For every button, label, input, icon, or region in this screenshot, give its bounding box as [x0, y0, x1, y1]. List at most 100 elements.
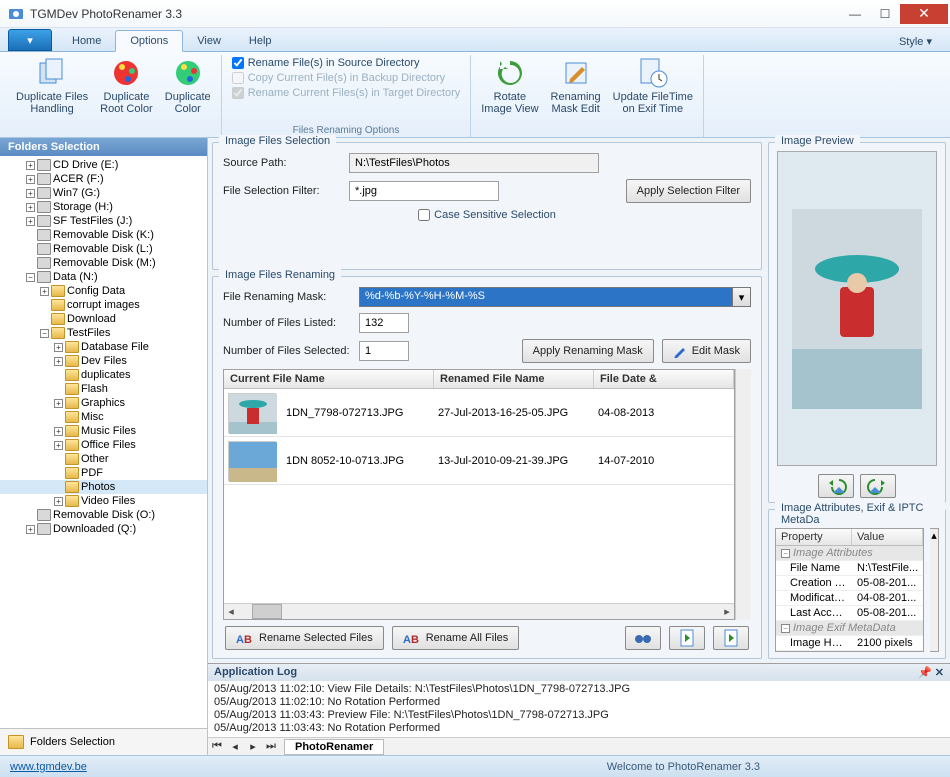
drive-icon — [37, 215, 51, 227]
tree-item[interactable]: Removable Disk (L:) — [0, 242, 207, 256]
copy-backup-checkbox[interactable]: Copy Current File(s) in Backup Directory — [232, 72, 461, 84]
app-menu-button[interactable]: ▾ — [8, 29, 52, 51]
attrs-grid[interactable]: Property Value −Image AttributesFile Nam… — [775, 528, 924, 652]
page-prev-icon — [678, 629, 696, 647]
tree-item[interactable]: +SF TestFiles (J:) — [0, 214, 207, 228]
folder-tree[interactable]: +CD Drive (E:)+ACER (F:)+Win7 (G:)+Stora… — [0, 156, 207, 728]
rename-target-checkbox[interactable]: Rename Current Files(s) in Target Direct… — [232, 87, 461, 99]
update-filetime-button[interactable]: Update FileTime on Exif Time — [609, 55, 697, 117]
rotate-right-button[interactable] — [860, 474, 896, 498]
tree-item[interactable]: +Video Files — [0, 494, 207, 508]
tree-item[interactable]: +Win7 (G:) — [0, 186, 207, 200]
log-nav[interactable]: ⏮◂▸⏭ PhotoRenamer — [208, 737, 950, 755]
minimize-button[interactable]: — — [840, 4, 870, 24]
drive-icon — [37, 173, 51, 185]
search-button[interactable] — [625, 626, 661, 650]
pencil-icon — [560, 57, 592, 89]
tree-item[interactable]: +Storage (H:) — [0, 200, 207, 214]
tab-help[interactable]: Help — [235, 31, 286, 51]
tree-item[interactable]: Photos — [0, 480, 207, 494]
tree-item[interactable]: −Data (N:) — [0, 270, 207, 284]
image-renaming-group: Image Files Renaming File Renaming Mask:… — [212, 276, 762, 659]
tree-item[interactable]: +ACER (F:) — [0, 172, 207, 186]
rotate-left-icon — [825, 477, 847, 495]
window-title: TGMDev PhotoRenamer 3.3 — [30, 7, 840, 21]
website-link[interactable]: www.tgmdev.be — [10, 761, 87, 773]
style-dropdown[interactable]: Style ▾ — [891, 32, 940, 51]
apply-mask-button[interactable]: Apply Renaming Mask — [522, 339, 654, 363]
duplicate-color-button[interactable]: Duplicate Color — [161, 55, 215, 117]
col-date[interactable]: File Date & — [594, 370, 734, 388]
source-path-input[interactable] — [349, 153, 599, 173]
tree-item[interactable]: corrupt images — [0, 298, 207, 312]
rotate-view-button[interactable]: Rotate Image View — [477, 55, 542, 117]
file-table[interactable]: Current File Name Renamed File Name File… — [223, 369, 735, 620]
tree-item[interactable]: Removable Disk (K:) — [0, 228, 207, 242]
mask-dropdown[interactable]: %d-%b-%Y-%H-%M-%S ▾ — [359, 287, 751, 307]
duplicate-root-color-button[interactable]: Duplicate Root Color — [96, 55, 157, 117]
tree-item[interactable]: −TestFiles — [0, 326, 207, 340]
tree-item[interactable]: Removable Disk (M:) — [0, 256, 207, 270]
mask-edit-button[interactable]: Renaming Mask Edit — [547, 55, 605, 117]
rotate-left-button[interactable] — [818, 474, 854, 498]
status-bar: www.tgmdev.be Welcome to PhotoRenamer 3.… — [0, 755, 950, 777]
image-preview-group: Image Preview — [768, 142, 946, 503]
filter-input[interactable] — [349, 181, 499, 201]
tree-item[interactable]: +Downloaded (Q:) — [0, 522, 207, 536]
log-close-icon[interactable]: ✕ — [935, 666, 944, 679]
rename-selected-button[interactable]: AB Rename Selected Files — [225, 626, 384, 650]
duplicate-files-button[interactable]: Duplicate Files Handling — [12, 55, 92, 117]
tab-home[interactable]: Home — [58, 31, 115, 51]
prev-file-button[interactable] — [669, 626, 705, 650]
tree-item[interactable]: Removable Disk (O:) — [0, 508, 207, 522]
tree-item[interactable]: Download — [0, 312, 207, 326]
rename-all-button[interactable]: AB Rename All Files — [392, 626, 520, 650]
tree-item[interactable]: +Office Files — [0, 438, 207, 452]
tree-item[interactable]: +Graphics — [0, 396, 207, 410]
col-current[interactable]: Current File Name — [224, 370, 434, 388]
attr-section[interactable]: −Image Attributes — [776, 546, 923, 561]
tab-options[interactable]: Options — [115, 30, 183, 52]
vertical-scrollbar[interactable] — [735, 369, 751, 620]
vertical-scrollbar[interactable]: ▴ — [930, 528, 939, 652]
log-pin-icon[interactable]: 📌 — [918, 666, 932, 679]
folder-pane: Folders Selection +CD Drive (E:)+ACER (F… — [0, 138, 208, 755]
rename-source-checkbox[interactable]: Rename File(s) in Source Directory — [232, 57, 461, 69]
table-row[interactable]: 1DN_7798-072713.JPG27-Jul-2013-16-25-05.… — [224, 389, 734, 437]
attr-section[interactable]: −Image Exif MetaData — [776, 621, 923, 636]
drive-icon — [37, 201, 51, 213]
folder-pane-footer[interactable]: Folders Selection — [0, 728, 207, 755]
case-sensitive-checkbox[interactable]: Case Sensitive Selection — [418, 209, 556, 221]
svg-text:A: A — [403, 634, 411, 646]
attr-row: Creation Ti...05-08-201... — [776, 576, 923, 591]
col-renamed[interactable]: Renamed File Name — [434, 370, 594, 388]
tree-item[interactable]: PDF — [0, 466, 207, 480]
folder-icon — [65, 425, 79, 437]
filter-label: File Selection Filter: — [223, 185, 341, 197]
tree-item[interactable]: Flash — [0, 382, 207, 396]
tree-item[interactable]: +Dev Files — [0, 354, 207, 368]
binoculars-icon — [634, 630, 652, 646]
tree-item[interactable]: Misc — [0, 410, 207, 424]
tree-item[interactable]: +Music Files — [0, 424, 207, 438]
next-file-button[interactable] — [713, 626, 749, 650]
tree-item[interactable]: +CD Drive (E:) — [0, 158, 207, 172]
log-text[interactable]: 05/Aug/2013 11:02:10: View File Details:… — [208, 681, 950, 737]
folder-icon — [65, 355, 79, 367]
tree-item[interactable]: +Config Data — [0, 284, 207, 298]
tree-item[interactable]: duplicates — [0, 368, 207, 382]
log-tab[interactable]: PhotoRenamer — [284, 739, 384, 755]
listed-label: Number of Files Listed: — [223, 317, 351, 329]
apply-filter-button[interactable]: Apply Selection Filter — [626, 179, 751, 203]
edit-mask-button[interactable]: Edit Mask — [662, 339, 751, 363]
tab-view[interactable]: View — [183, 31, 235, 51]
close-button[interactable]: ✕ — [900, 4, 948, 24]
maximize-button[interactable]: ☐ — [870, 4, 900, 24]
table-row[interactable]: 1DN 8052-10-0713.JPG13-Jul-2010-09-21-39… — [224, 437, 734, 485]
folder-icon — [65, 481, 79, 493]
image-attrs-group: Image Attributes, Exif & IPTC MetaDa Pro… — [768, 509, 946, 659]
tree-item[interactable]: +Database File — [0, 340, 207, 354]
tree-item[interactable]: Other — [0, 452, 207, 466]
horizontal-scrollbar[interactable]: ◂▸ — [224, 603, 734, 619]
thumbnail — [228, 441, 276, 481]
